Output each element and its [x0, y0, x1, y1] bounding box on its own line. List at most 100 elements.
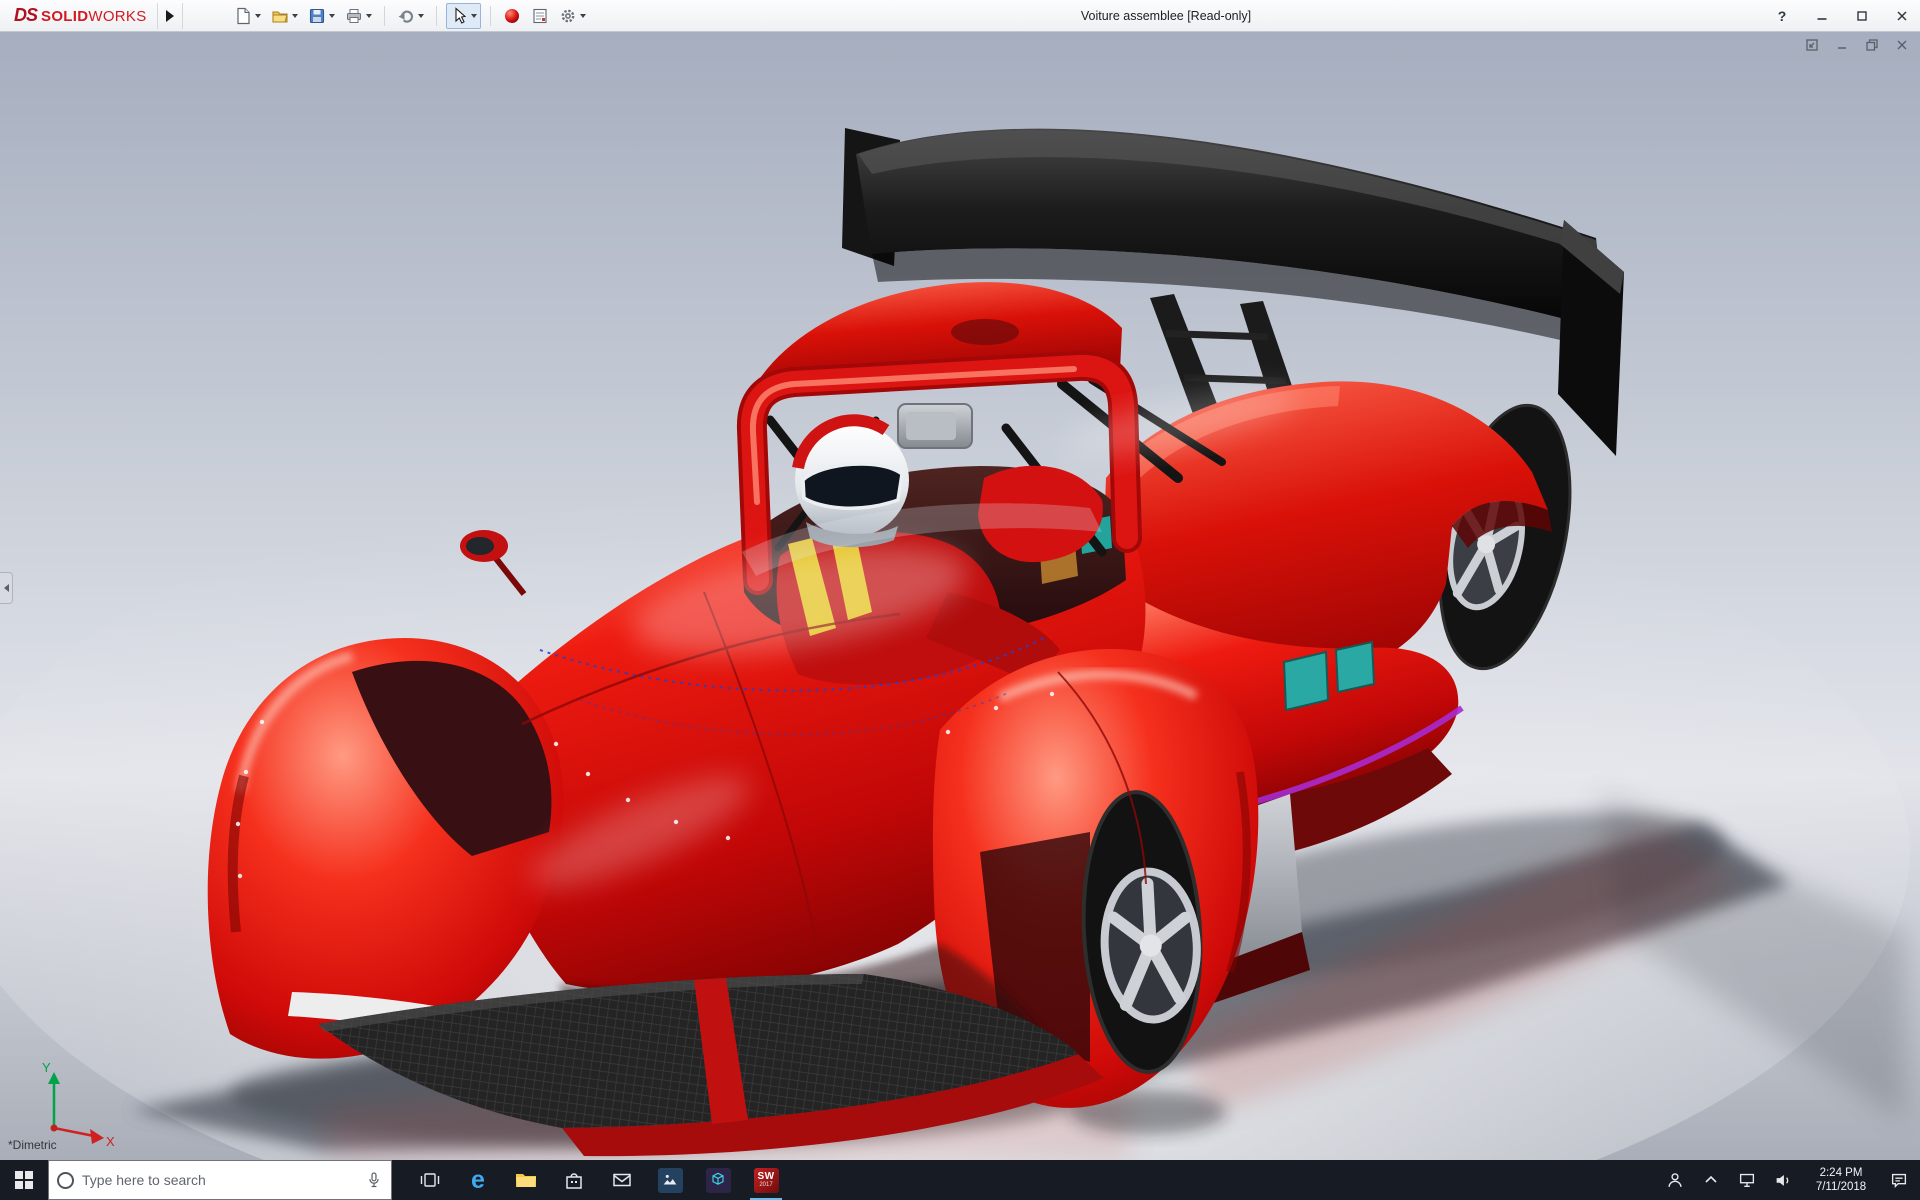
- solidworks-logo: DS SOLID WORKS: [0, 5, 147, 26]
- view-orientation-label: *Dimetric: [8, 1138, 57, 1152]
- windows-taskbar: e SW: [0, 1160, 1920, 1200]
- taskbar-app-icons: e SW 2017: [406, 1160, 790, 1200]
- undo-arrow-icon: [398, 10, 413, 23]
- windows-logo-icon: [15, 1171, 33, 1189]
- dropdown-caret: [291, 13, 298, 18]
- taskbar-search[interactable]: [48, 1160, 392, 1200]
- open-document-button[interactable]: [268, 3, 301, 29]
- brand-ds: DS: [14, 5, 38, 25]
- toolbar-separator: [383, 5, 385, 26]
- dock-icon: [1806, 39, 1818, 51]
- rearview-mirror: [897, 403, 973, 449]
- taskbar-item-mixed-reality-viewer[interactable]: [694, 1160, 742, 1200]
- minimize-model-button[interactable]: [1834, 37, 1850, 53]
- file-explorer-icon: [516, 1174, 536, 1187]
- gear-icon: [561, 9, 574, 22]
- mixed-reality-viewer-icon: [705, 1167, 731, 1193]
- minimize-icon: [1817, 18, 1827, 20]
- edge-icon: e: [471, 1165, 485, 1194]
- people-button[interactable]: [1658, 1160, 1692, 1200]
- dropdown-caret: [417, 13, 424, 18]
- clock-date: 7/11/2018: [1815, 1181, 1867, 1193]
- clock-time: 2:24 PM: [1819, 1167, 1863, 1179]
- model-window-controls: [1804, 37, 1910, 53]
- print-button[interactable]: [342, 3, 375, 29]
- close-icon: [1897, 40, 1907, 50]
- appearance-button[interactable]: [500, 3, 524, 29]
- close-model-button[interactable]: [1894, 37, 1910, 53]
- taskbar-clock[interactable]: 2:24 PM 7/11/2018: [1802, 1166, 1880, 1194]
- select-tool-button[interactable]: [445, 2, 481, 29]
- triad-x-label: X: [106, 1134, 115, 1149]
- titlebar: DS SOLID WORKS Voiture assemblee [Read-o…: [0, 0, 1920, 32]
- save-button[interactable]: [305, 3, 338, 29]
- brand-solid: SOLID: [41, 8, 89, 25]
- brand-works: WORKS: [88, 8, 147, 25]
- drawing-sheet-icon: [532, 8, 547, 23]
- quick-access-toolbar: [231, 2, 589, 29]
- close-button[interactable]: [1892, 6, 1912, 26]
- taskbar-item-file-explorer[interactable]: [502, 1160, 550, 1200]
- microphone-icon[interactable]: [365, 1170, 383, 1190]
- action-center-icon: [1891, 1173, 1907, 1189]
- people-icon: [1668, 1173, 1682, 1187]
- new-document-button[interactable]: [231, 3, 264, 29]
- start-button[interactable]: [0, 1160, 48, 1200]
- cortana-icon: [57, 1171, 74, 1189]
- desktop: DS SOLID WORKS Voiture assemblee [Read-o…: [0, 0, 1920, 1200]
- dropdown-caret: [470, 13, 477, 18]
- chevron-up-icon: [1705, 1175, 1717, 1183]
- maximize-button[interactable]: [1852, 6, 1872, 26]
- dropdown-caret: [579, 13, 586, 18]
- search-input[interactable]: [82, 1172, 357, 1188]
- help-button[interactable]: ?: [1772, 6, 1792, 26]
- solidworks-app-icon: SW 2017: [753, 1167, 779, 1193]
- toolbar-separator: [435, 5, 437, 26]
- menu-flyout-arrow-button[interactable]: [156, 2, 183, 29]
- undo-button[interactable]: [394, 3, 427, 29]
- dock-window-button[interactable]: [1804, 37, 1820, 53]
- close-icon: [1897, 11, 1907, 21]
- restore-model-button[interactable]: [1864, 37, 1880, 53]
- taskbar-item-store[interactable]: [550, 1160, 598, 1200]
- graphics-viewport: Y X *Dimetric: [0, 32, 1920, 1160]
- drawing-options-button[interactable]: [528, 3, 552, 29]
- volume-icon: [1776, 1175, 1789, 1186]
- dropdown-caret: [328, 13, 335, 18]
- sw-badge-letters: SW: [757, 1171, 775, 1182]
- restore-icon: [1866, 39, 1878, 51]
- store-icon: [566, 1173, 582, 1189]
- taskbar-item-mail[interactable]: [598, 1160, 646, 1200]
- toolbar-separator: [489, 5, 491, 26]
- save-floppy-icon: [309, 8, 324, 23]
- helmet-visor: [801, 462, 904, 510]
- task-view-button[interactable]: [406, 1160, 454, 1200]
- side-window-teal: [1334, 640, 1376, 694]
- volume-button[interactable]: [1766, 1160, 1800, 1200]
- mail-icon: [613, 1173, 631, 1187]
- network-button[interactable]: [1730, 1160, 1764, 1200]
- options-button[interactable]: [556, 3, 589, 29]
- dropdown-caret: [254, 13, 261, 18]
- select-cursor-icon: [454, 6, 466, 24]
- task-view-icon: [420, 1173, 440, 1187]
- hidden-icons-button[interactable]: [1694, 1160, 1728, 1200]
- photos-icon: [657, 1167, 683, 1193]
- maximize-icon: [1857, 11, 1867, 21]
- taskbar-item-photos[interactable]: [646, 1160, 694, 1200]
- action-center-button[interactable]: [1882, 1160, 1916, 1200]
- flyout-arrow-icon: [165, 9, 174, 22]
- 3d-viewport-canvas[interactable]: Y X: [0, 32, 1920, 1160]
- dropdown-caret: [365, 13, 372, 18]
- open-folder-icon: [271, 10, 288, 23]
- new-document-icon: [236, 7, 250, 24]
- taskbar-item-edge[interactable]: e: [454, 1160, 502, 1200]
- print-icon: [346, 8, 361, 23]
- collapsed-panel-tab[interactable]: [0, 572, 13, 604]
- minimize-button[interactable]: [1812, 6, 1832, 26]
- window-controls: ?: [1772, 0, 1912, 32]
- taskbar-item-solidworks[interactable]: SW 2017: [742, 1160, 790, 1200]
- sw-badge-year: 2017: [759, 1182, 773, 1188]
- side-window-teal: [1282, 650, 1330, 712]
- document-title: Voiture assemblee [Read-only]: [1080, 9, 1252, 23]
